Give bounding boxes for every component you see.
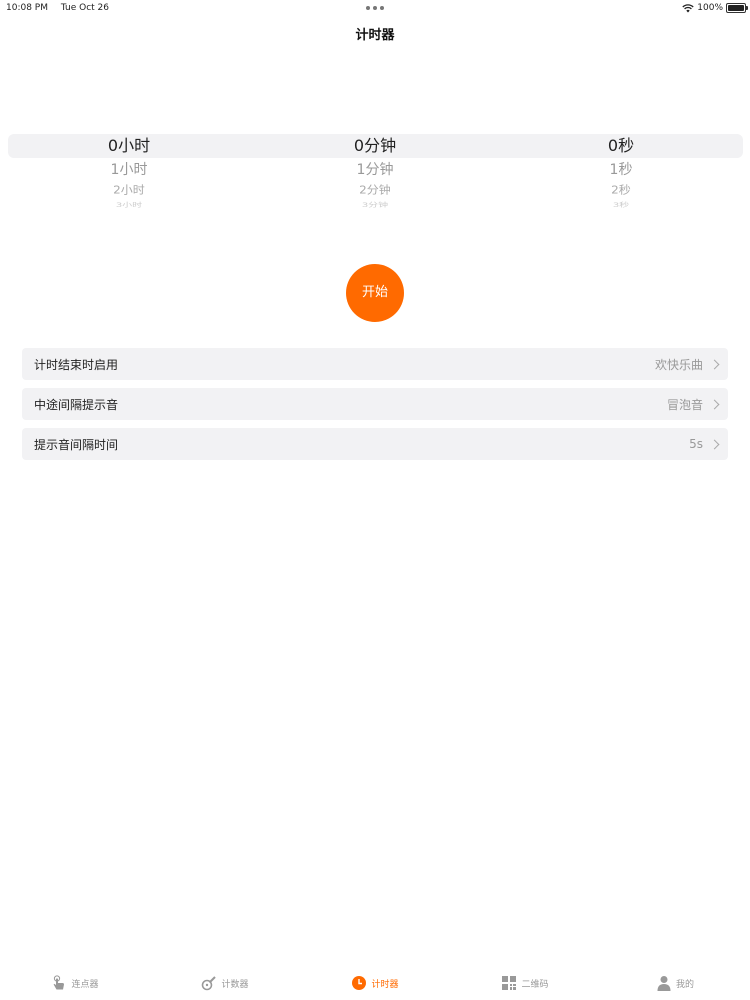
minutes-option[interactable]: 3分钟 xyxy=(250,202,500,209)
wifi-icon xyxy=(682,3,694,12)
battery-icon xyxy=(726,3,748,13)
minutes-option-selected[interactable]: 0分钟 xyxy=(250,134,500,158)
tab-clicker[interactable]: 连点器 xyxy=(0,966,150,1000)
status-date: Tue Oct 26 xyxy=(60,3,109,13)
setting-value-group: 5s xyxy=(689,437,720,451)
status-right: 100% xyxy=(682,3,748,13)
tab-qr-code[interactable]: 二维码 xyxy=(450,966,600,1000)
chevron-right-icon xyxy=(709,399,720,409)
status-left: 10:08 PM Tue Oct 26 xyxy=(6,3,119,13)
tab-label: 我的 xyxy=(675,979,694,990)
setting-value: 欢快乐曲 xyxy=(654,357,703,372)
tab-timer[interactable]: 计时器 xyxy=(300,966,450,1000)
tab-counter[interactable]: 计数器 xyxy=(150,966,300,1000)
setting-value-group: 欢快乐曲 xyxy=(654,356,720,373)
minutes-option[interactable]: 2分钟 xyxy=(250,181,500,199)
chevron-right-icon xyxy=(709,359,720,369)
battery-fill xyxy=(728,5,744,11)
seconds-picker[interactable]: 0秒 1秒 2秒 3秒 xyxy=(496,134,746,212)
tab-profile[interactable]: 我的 xyxy=(600,966,750,1000)
screen: 10:08 PM Tue Oct 26 100% 计时器 0小时 1小时 2小时… xyxy=(0,0,750,1000)
counter-icon xyxy=(202,976,217,991)
setting-label: 中途间隔提示音 xyxy=(34,397,119,412)
tab-label: 计时器 xyxy=(371,979,399,990)
setting-interval-time[interactable]: 提示音间隔时间 5s xyxy=(22,428,728,460)
seconds-option[interactable]: 3秒 xyxy=(496,202,746,209)
person-icon xyxy=(657,976,671,991)
seconds-option-selected[interactable]: 0秒 xyxy=(496,134,746,158)
tap-hand-icon xyxy=(54,975,65,990)
status-bar: 10:08 PM Tue Oct 26 100% xyxy=(0,0,750,16)
setting-interval-sound[interactable]: 中途间隔提示音 冒泡音 xyxy=(22,388,728,420)
page-title: 计时器 xyxy=(355,28,395,43)
tab-bar: 连点器 计数器 计时器 二维码 我的 xyxy=(0,966,750,1000)
hours-picker[interactable]: 0小时 1小时 2小时 3小时 xyxy=(4,134,254,212)
hours-option[interactable]: 3小时 xyxy=(4,202,254,209)
tab-label: 二维码 xyxy=(521,979,549,990)
setting-value-group: 冒泡音 xyxy=(666,396,720,413)
tab-label: 计数器 xyxy=(221,979,249,990)
battery-text: 100% xyxy=(697,3,723,13)
tab-label: 连点器 xyxy=(71,979,99,990)
hours-option-selected[interactable]: 0小时 xyxy=(4,134,254,158)
minutes-option[interactable]: 1分钟 xyxy=(250,158,500,180)
qr-code-icon xyxy=(502,976,517,990)
hours-option[interactable]: 1小时 xyxy=(4,158,254,180)
status-time: 10:08 PM xyxy=(6,3,48,13)
minutes-picker[interactable]: 0分钟 1分钟 2分钟 3分钟 xyxy=(250,134,500,212)
setting-value: 冒泡音 xyxy=(666,397,703,412)
seconds-option[interactable]: 2秒 xyxy=(496,181,746,199)
chevron-right-icon xyxy=(709,439,720,449)
clock-icon xyxy=(352,976,367,990)
seconds-option[interactable]: 1秒 xyxy=(496,158,746,180)
setting-value: 5s xyxy=(689,437,703,451)
setting-label: 计时结束时启用 xyxy=(34,357,119,372)
setting-end-sound[interactable]: 计时结束时启用 欢快乐曲 xyxy=(22,348,728,380)
multitask-dots-icon[interactable] xyxy=(366,6,384,10)
setting-label: 提示音间隔时间 xyxy=(34,437,119,452)
hours-option[interactable]: 2小时 xyxy=(4,181,254,199)
start-button[interactable]: 开始 xyxy=(346,264,404,322)
